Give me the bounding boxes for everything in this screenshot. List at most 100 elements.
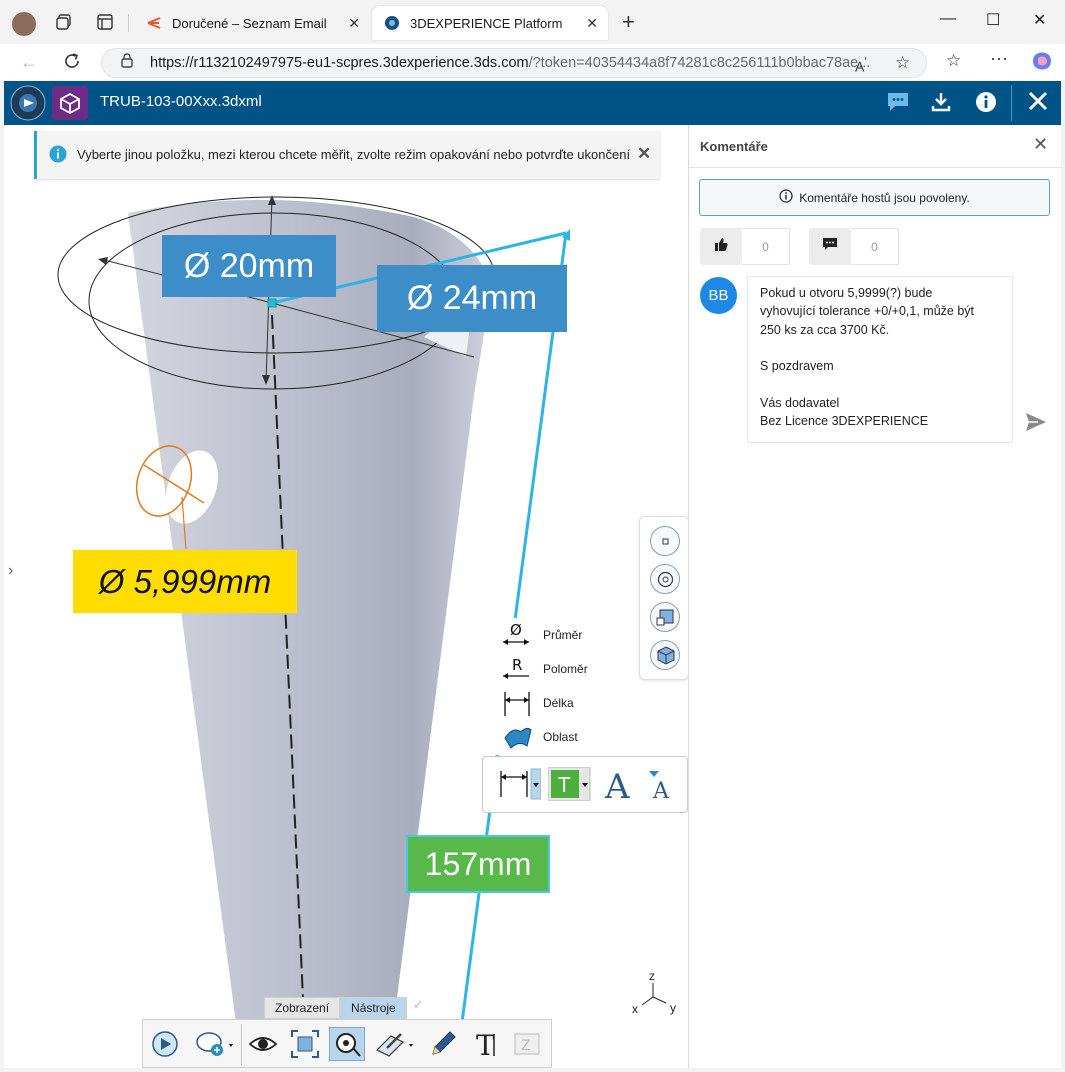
point-select-button[interactable] [650, 526, 680, 556]
svg-text:R: R [512, 656, 522, 674]
comments-title: Komentáře [700, 139, 768, 154]
info-icon[interactable] [975, 91, 997, 118]
axis-y-label: y [670, 1001, 676, 1015]
radius-icon: R [499, 654, 533, 684]
header-divider [1011, 85, 1012, 121]
close-info-icon[interactable]: ✕ [637, 144, 651, 164]
workspaces-icon[interactable] [56, 14, 72, 35]
info-circle-icon [779, 189, 793, 206]
profile-avatar[interactable] [12, 12, 36, 36]
3dexperience-icon [384, 15, 400, 31]
tab-seznam-email[interactable]: Doručené – Seznam Email ✕ [134, 6, 370, 40]
app-title: TRUB-103-00Xxx.3dxml [100, 93, 262, 110]
menu-item-radius[interactable]: R Poloměr [493, 652, 607, 686]
comment-line: Pokud u otvoru 5,9999(?) bude [760, 286, 933, 300]
favorites-icon[interactable]: ☆ [946, 51, 961, 71]
info-bar: Vyberte jinou položku, mezi kterou chcet… [34, 131, 660, 179]
close-tab-icon[interactable]: ✕ [586, 15, 598, 32]
text-annotation-icon[interactable]: T [467, 1027, 503, 1061]
font-size-large-icon[interactable]: A [603, 767, 637, 807]
svg-text:Z: Z [521, 1038, 531, 1054]
close-window-button[interactable]: ✕ [1033, 10, 1046, 30]
address-bar: ← https://r1132102497975-eu1-scpres.3dex… [0, 44, 1065, 80]
length-mode-icon[interactable] [497, 767, 542, 806]
font-size-small-icon[interactable]: A [645, 767, 679, 806]
svg-text:T: T [557, 773, 571, 797]
compass-icon[interactable] [10, 85, 46, 126]
svg-text:A: A [604, 767, 630, 801]
pencil-icon[interactable] [425, 1027, 461, 1061]
new-tab-button[interactable]: + [622, 9, 635, 35]
app-icon[interactable] [52, 86, 88, 120]
menu-item-label: Průměr [543, 628, 583, 642]
tab-zobrazeni[interactable]: Zobrazení [264, 997, 341, 1019]
menu-item-label: Oblast [543, 730, 578, 744]
measure-type-menu: Ø Průměr R Poloměr Délka Oblast [493, 618, 607, 755]
reload-icon[interactable] [62, 51, 82, 76]
body-select-button[interactable] [650, 640, 680, 670]
minimize-button[interactable]: — [940, 10, 956, 28]
read-aloud-icon[interactable]: Aʼ [855, 49, 867, 77]
text-color-icon[interactable]: T [547, 766, 592, 806]
comments-icon[interactable] [886, 91, 910, 118]
favorite-star-icon[interactable]: ☆ [895, 49, 910, 77]
like-button[interactable] [700, 228, 742, 265]
toolbar-separator [241, 1024, 242, 1065]
dimension-label-d20[interactable]: Ø 20mm [162, 235, 336, 297]
browser-tab-bar: Doručené – Seznam Email ✕ 3DEXPERIENCE P… [0, 0, 1065, 44]
close-app-icon[interactable] [1027, 90, 1049, 117]
comment-line: Bez Licence 3DEXPERIENCE [760, 414, 929, 429]
menu-item-area[interactable]: Oblast [493, 720, 607, 754]
back-icon[interactable]: ← [20, 52, 38, 73]
close-panel-icon[interactable]: ✕ [1033, 134, 1048, 155]
3d-viewport[interactable]: z x y Vyberte jinou položku, mezi kterou… [4, 125, 688, 1068]
comment-line [760, 339, 1000, 357]
reply-button[interactable] [809, 228, 851, 265]
lock-icon [120, 50, 134, 77]
area-icon [499, 722, 533, 752]
menu-item-length[interactable]: Délka [493, 686, 607, 720]
play-animation-icon[interactable] [147, 1027, 183, 1061]
reply-count: 0 [851, 228, 899, 265]
guest-notice-text: Komentáře hostů jsou povoleny. [799, 190, 970, 205]
more-menu-icon[interactable]: ··· [990, 48, 1008, 69]
download-icon[interactable] [930, 91, 952, 118]
info-message: Vyberte jinou položku, mezi kterou chcet… [77, 147, 631, 162]
dimension-label-d24[interactable]: Ø 24mm [377, 265, 567, 332]
tab-title: 3DEXPERIENCE Platform [410, 15, 563, 31]
collapse-toolbar-icon[interactable]: ✓ [413, 997, 424, 1019]
maximize-button[interactable]: ☐ [986, 10, 1000, 30]
comment-add-icon[interactable] [191, 1027, 237, 1061]
bottom-toolbar: T Z [142, 1019, 552, 1068]
section-tool-icon[interactable] [371, 1027, 417, 1061]
axis-z-label: z [649, 969, 655, 983]
disabled-note-icon: Z [509, 1027, 545, 1061]
comment-line [760, 375, 1000, 393]
circle-select-button[interactable] [650, 564, 680, 594]
expand-left-panel-icon[interactable]: › [8, 562, 13, 580]
comment-line: S pozdravem [760, 359, 834, 374]
bottom-toolbar-tabs: Zobrazení Nástroje ✓ [264, 997, 424, 1019]
edge-select-button[interactable] [650, 602, 680, 632]
close-tab-icon[interactable]: ✕ [348, 15, 360, 32]
tab-actions-icon[interactable] [97, 14, 113, 35]
measure-tool-icon[interactable] [329, 1027, 365, 1061]
comment-bubble: Pokud u otvoru 5,9999(?) bude vyhovující… [747, 276, 1013, 443]
menu-item-label: Poloměr [543, 662, 588, 676]
fit-all-icon[interactable] [287, 1027, 323, 1061]
dimension-label-l157[interactable]: 157mm [406, 835, 550, 893]
send-icon[interactable] [1025, 412, 1047, 437]
eye-visibility-icon[interactable] [245, 1027, 281, 1061]
avatar: BB [700, 277, 737, 314]
info-circle-icon [49, 145, 67, 166]
tab-nastroje[interactable]: Nástroje [340, 997, 407, 1019]
url-host: https://r1132102497975-eu1-scpres.3dexpe… [150, 55, 529, 71]
tab-3dexperience[interactable]: 3DEXPERIENCE Platform ✕ [372, 6, 608, 40]
length-icon [499, 688, 533, 718]
svg-text:A: A [652, 779, 670, 801]
menu-item-diameter[interactable]: Ø Průměr [493, 618, 607, 652]
url-field[interactable]: https://r1132102497975-eu1-scpres.3dexpe… [101, 48, 927, 78]
copilot-icon[interactable] [1031, 50, 1053, 77]
comments-panel-header: Komentáře ✕ [689, 125, 1062, 168]
dimension-label-d5999[interactable]: Ø 5,999mm [73, 550, 297, 613]
